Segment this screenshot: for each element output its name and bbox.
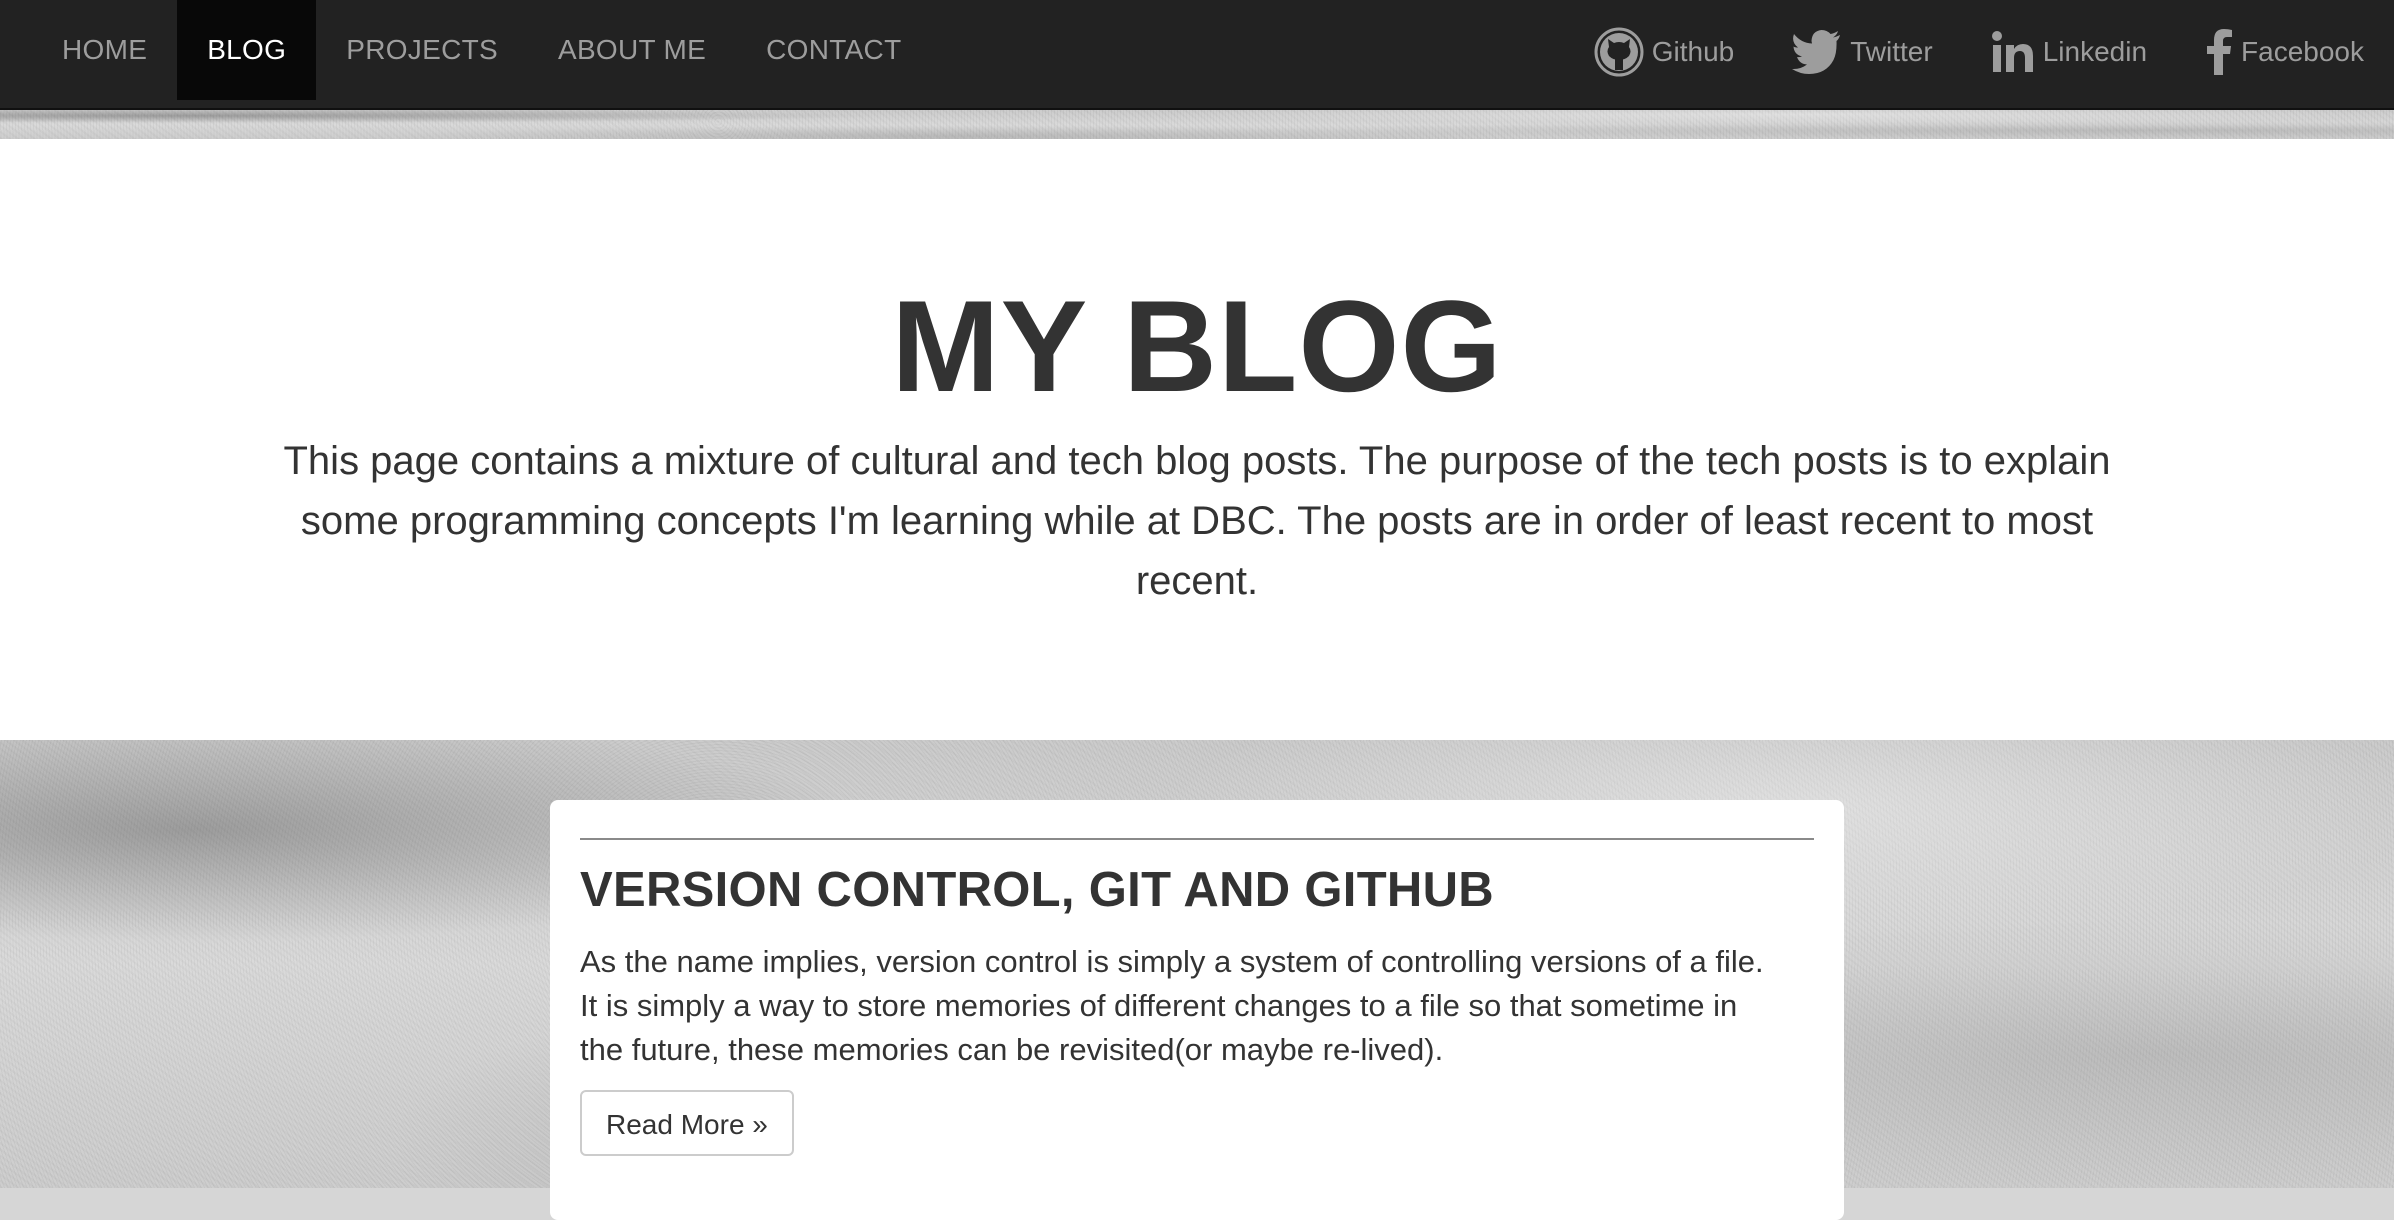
post-divider [580, 838, 1814, 840]
main-nav: HOME BLOG PROJECTS ABOUT ME CONTACT [32, 0, 931, 100]
github-label: Github [1651, 36, 1735, 67]
post-title: VERSION CONTROL, GIT AND GITHUB [580, 863, 1494, 917]
linkedin-icon [1991, 30, 2035, 74]
social-links: Github Twitter Linkedin Facebook [1536, 0, 2364, 104]
linkedin-label: Linkedin [2042, 36, 2148, 67]
top-navbar: HOME BLOG PROJECTS ABOUT ME CONTACT Gith… [0, 0, 2394, 110]
github-link[interactable]: Github [1594, 27, 1735, 77]
nav-item-about-me[interactable]: ABOUT ME [528, 0, 736, 100]
nav-item-blog[interactable]: BLOG [177, 0, 317, 100]
hero-jumbotron: MY BLOG This page contains a mixture of … [0, 139, 2394, 740]
background-texture-strip [0, 110, 2394, 139]
nav-item-contact[interactable]: CONTACT [736, 0, 931, 100]
facebook-link[interactable]: Facebook [2205, 29, 2364, 75]
facebook-label: Facebook [2241, 36, 2364, 67]
post-excerpt: As the name implies, version control is … [580, 944, 1764, 1067]
nav-item-home[interactable]: HOME [32, 0, 177, 100]
nav-item-projects[interactable]: PROJECTS [316, 0, 528, 100]
facebook-icon [2205, 29, 2233, 75]
linkedin-link[interactable]: Linkedin [1991, 30, 2147, 74]
twitter-label: Twitter [1850, 36, 1933, 67]
github-icon [1594, 27, 1644, 77]
twitter-icon [1792, 29, 1842, 75]
twitter-link[interactable]: Twitter [1792, 29, 1933, 75]
blog-post-card: VERSION CONTROL, GIT AND GITHUB As the n… [550, 800, 1844, 1220]
page-title: MY BLOG [891, 273, 1503, 419]
read-more-button[interactable]: Read More » [580, 1090, 794, 1156]
page-description: This page contains a mixture of cultural… [283, 439, 2111, 603]
